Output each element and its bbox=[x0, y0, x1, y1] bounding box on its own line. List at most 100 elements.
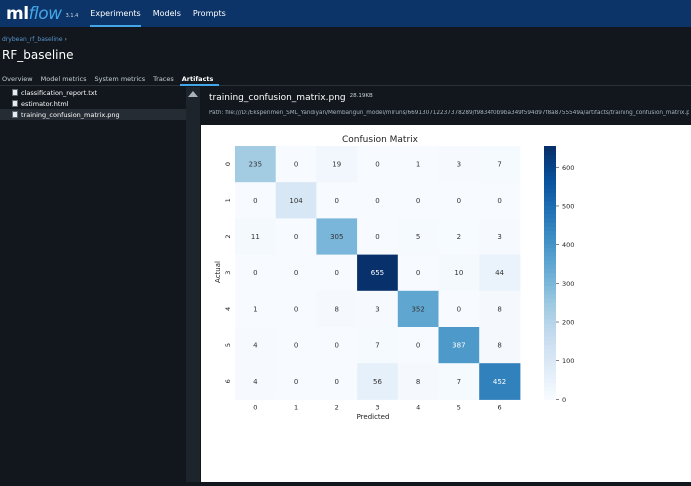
breadcrumb: drybean_rf_baseline › bbox=[2, 36, 67, 43]
colorbar-segment bbox=[544, 374, 556, 379]
cell-value-label: 655 bbox=[371, 269, 384, 277]
colorbar-segment bbox=[544, 323, 556, 329]
colorbar-segment bbox=[544, 285, 556, 291]
y-tick-label: 6 bbox=[224, 379, 232, 383]
colorbar-segment bbox=[544, 260, 556, 265]
cell-value-label: 19 bbox=[332, 161, 341, 169]
colorbar-segment bbox=[544, 158, 556, 164]
colorbar-segment bbox=[544, 205, 556, 210]
y-tick-label: 2 bbox=[224, 234, 232, 238]
logo-text-accent: flow bbox=[28, 3, 63, 24]
preview-filesize: 28.19KB bbox=[349, 93, 373, 99]
mlflow-logo[interactable]: mlflow bbox=[6, 4, 62, 24]
file-label: training_confusion_matrix.png bbox=[21, 110, 120, 119]
colorbar-segment bbox=[544, 230, 556, 236]
tab-system-metrics[interactable]: System metrics bbox=[93, 72, 152, 86]
nav-experiments[interactable]: Experiments bbox=[90, 0, 142, 27]
cell-value-label: 0 bbox=[335, 378, 339, 386]
confusion-matrix-chart: Confusion Matrix Predicted Actual 235 0 19… bbox=[214, 135, 574, 421]
colorbar-segment bbox=[544, 255, 556, 261]
cell-value-label: 0 bbox=[294, 161, 298, 169]
cell-value-label: 7 bbox=[375, 342, 379, 350]
run-tabs: Overview Model metrics System metrics Tr… bbox=[0, 72, 691, 86]
colorbar-segment bbox=[544, 289, 556, 295]
colorbar-tick-label: 600 bbox=[562, 164, 574, 172]
colorbar-tick-label: 100 bbox=[562, 357, 574, 365]
x-tick-label: 0 bbox=[253, 403, 257, 411]
cell-value-label: 7 bbox=[497, 161, 501, 169]
cell-value-label: 2 bbox=[457, 233, 461, 241]
x-tick-label: 4 bbox=[416, 403, 420, 411]
colorbar-segment bbox=[544, 361, 556, 367]
colorbar-segment bbox=[544, 196, 556, 202]
colorbar-segment bbox=[544, 382, 556, 388]
file-item[interactable]: classification_report.txt bbox=[0, 87, 186, 98]
colorbar-segment bbox=[544, 247, 556, 253]
colorbar-segment bbox=[544, 276, 556, 282]
tab-traces[interactable]: Traces bbox=[151, 72, 180, 86]
colorbar-segment bbox=[544, 298, 556, 303]
cell-value-label: 3 bbox=[457, 161, 461, 169]
file-item-selected[interactable]: training_confusion_matrix.png bbox=[0, 109, 186, 120]
cell-value-label: 305 bbox=[330, 233, 343, 241]
colorbar-segment bbox=[544, 171, 556, 177]
tab-overview[interactable]: Overview bbox=[0, 72, 39, 86]
cell-value-label: 0 bbox=[294, 342, 298, 350]
colorbar-segment bbox=[544, 272, 556, 278]
x-tick-label: 1 bbox=[294, 403, 298, 411]
colorbar-segment bbox=[544, 192, 556, 198]
cell-value-label: 0 bbox=[335, 342, 339, 350]
breadcrumb-experiment-link[interactable]: drybean_rf_baseline bbox=[2, 36, 63, 43]
breadcrumb-separator: › bbox=[64, 36, 67, 43]
nav-prompts[interactable]: Prompts bbox=[193, 0, 226, 27]
x-tick-label: 6 bbox=[497, 403, 501, 411]
cell-value-label: 8 bbox=[497, 342, 501, 350]
colorbar-segment bbox=[544, 146, 556, 151]
colorbar-tick-label: 300 bbox=[562, 280, 574, 288]
cell-value-label: 0 bbox=[294, 378, 298, 386]
colorbar-segment bbox=[544, 327, 556, 333]
tab-model-metrics[interactable]: Model metrics bbox=[39, 72, 93, 86]
chart-title: Confusion Matrix bbox=[342, 135, 419, 145]
cell-value-label: 387 bbox=[452, 342, 465, 350]
cell-value-label: 0 bbox=[375, 233, 379, 241]
colorbar-segment bbox=[544, 331, 556, 337]
cell-value-label: 0 bbox=[375, 197, 379, 205]
preview-path: Path: file:///D:/Eksperimen_SML_Yandiyan… bbox=[209, 110, 689, 116]
scroll-up-arrow-icon[interactable] bbox=[188, 91, 198, 97]
cell-value-label: 0 bbox=[416, 342, 420, 350]
colorbar-segment bbox=[544, 167, 556, 172]
colorbar-segment bbox=[544, 357, 556, 362]
file-item[interactable]: estimator.html bbox=[0, 98, 186, 109]
colorbar-segment bbox=[544, 314, 556, 320]
image-file-icon bbox=[12, 111, 18, 118]
colorbar-segment bbox=[544, 243, 556, 248]
cell-value-label: 8 bbox=[416, 378, 420, 386]
cell-value-label: 0 bbox=[294, 269, 298, 277]
artifact-preview: training_confusion_matrix.png 28.19KB Pat… bbox=[200, 87, 691, 482]
cell-value-label: 0 bbox=[335, 269, 339, 277]
file-label: estimator.html bbox=[21, 99, 69, 108]
y-tick-label: 1 bbox=[224, 198, 232, 202]
colorbar-segment bbox=[544, 234, 556, 240]
nav-models[interactable]: Models bbox=[153, 0, 181, 27]
tab-artifacts[interactable]: Artifacts bbox=[179, 72, 220, 86]
cell-value-label: 56 bbox=[373, 378, 382, 386]
x-axis-label: Predicted bbox=[357, 413, 390, 421]
cell-value-label: 3 bbox=[497, 233, 501, 241]
cell-value-label: 5 bbox=[416, 233, 420, 241]
cell-value-label: 104 bbox=[289, 197, 303, 205]
x-tick-label: 3 bbox=[375, 403, 379, 411]
file-icon bbox=[12, 100, 18, 107]
cell-value-label: 11 bbox=[251, 233, 260, 241]
scrollbar[interactable] bbox=[186, 87, 200, 482]
colorbar-segment bbox=[544, 369, 556, 375]
cell-value-label: 0 bbox=[335, 197, 339, 205]
colorbar-segment bbox=[544, 175, 556, 181]
file-label: classification_report.txt bbox=[21, 88, 98, 97]
preview-filename: training_confusion_matrix.png bbox=[209, 93, 346, 103]
cell-value-label: 3 bbox=[375, 305, 379, 313]
cell-value-label: 0 bbox=[253, 269, 257, 277]
top-nav-bar: mlflow 3.1.4 Experiments Models Prompts bbox=[0, 0, 691, 27]
cell-value-label: 0 bbox=[253, 197, 257, 205]
